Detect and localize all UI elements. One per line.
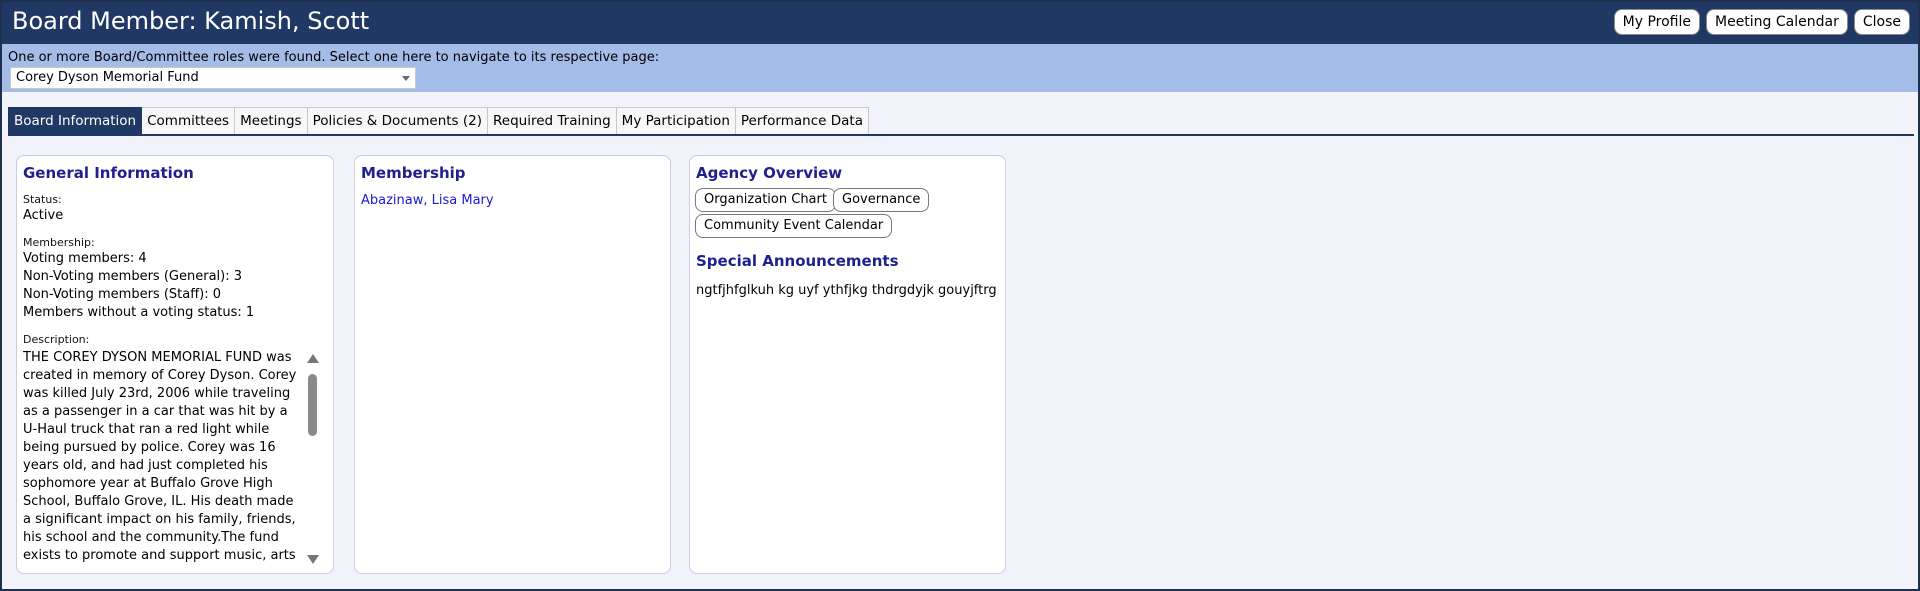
members-without-status: Members without a voting status: 1 <box>23 305 255 320</box>
scroll-down-icon[interactable] <box>307 555 319 564</box>
status-label: Status: <box>23 193 62 206</box>
scrollbar-thumb[interactable] <box>308 374 317 436</box>
role-selector-bar: One or more Board/Committee roles were f… <box>2 44 1918 92</box>
nonvoting-general-members: Non-Voting members (General): 3 <box>23 269 243 284</box>
special-announcement-text: ngtfjhfglkuh kg uyf ythfjkg thdrgdyjk go… <box>696 283 997 298</box>
tab-meetings[interactable]: Meetings <box>235 107 308 135</box>
membership-label: Membership: <box>23 236 95 249</box>
my-profile-button[interactable]: My Profile <box>1613 9 1700 35</box>
membership-panel: Membership Abazinaw, Lisa Mary <box>354 155 671 574</box>
role-select-value: Corey Dyson Memorial Fund <box>16 70 199 85</box>
description-scrollbar[interactable] <box>305 354 319 564</box>
role-select[interactable]: Corey Dyson Memorial Fund <box>10 67 416 89</box>
description-text: THE COREY DYSON MEMORIAL FUND was create… <box>23 350 297 563</box>
tab-performance-data[interactable]: Performance Data <box>735 107 869 135</box>
governance-button[interactable]: Governance <box>833 188 930 212</box>
organization-chart-button[interactable]: Organization Chart <box>695 188 836 212</box>
tab-strip: Board Information Committees Meetings Po… <box>8 107 869 135</box>
tab-underline <box>8 134 1914 136</box>
close-button[interactable]: Close <box>1853 9 1910 35</box>
tab-committees[interactable]: Committees <box>142 107 236 135</box>
chevron-down-icon <box>402 76 410 81</box>
top-button-group: My Profile Meeting Calendar Close <box>1613 9 1910 35</box>
member-link[interactable]: Abazinaw, Lisa Mary <box>361 193 494 208</box>
description-box[interactable]: THE COREY DYSON MEMORIAL FUND was create… <box>23 349 303 563</box>
voting-members: Voting members: 4 <box>23 251 147 266</box>
tab-required-training[interactable]: Required Training <box>488 107 617 135</box>
role-message: One or more Board/Committee roles were f… <box>8 50 660 65</box>
tab-policies-documents[interactable]: Policies & Documents (2) <box>307 107 489 135</box>
tab-my-participation[interactable]: My Participation <box>616 107 736 135</box>
membership-heading: Membership <box>361 164 466 182</box>
description-label: Description: <box>23 333 90 346</box>
window-title: Board Member: Kamish, Scott <box>12 7 370 35</box>
community-event-calendar-button[interactable]: Community Event Calendar <box>695 214 893 238</box>
board-member-window: Board Member: Kamish, Scott My Profile M… <box>0 0 1920 591</box>
meeting-calendar-button[interactable]: Meeting Calendar <box>1706 9 1848 35</box>
agency-overview-panel: Agency Overview Organization Chart Gover… <box>689 155 1006 574</box>
status-value: Active <box>23 208 64 223</box>
general-information-heading: General Information <box>23 164 194 182</box>
nonvoting-staff-members: Non-Voting members (Staff): 0 <box>23 287 222 302</box>
special-announcements-heading: Special Announcements <box>696 252 899 270</box>
scroll-up-icon[interactable] <box>307 354 319 363</box>
title-bar: Board Member: Kamish, Scott My Profile M… <box>2 2 1918 44</box>
general-information-panel: General Information Status: Active Membe… <box>16 155 334 574</box>
tab-board-information[interactable]: Board Information <box>8 107 143 135</box>
agency-overview-heading: Agency Overview <box>696 164 843 182</box>
